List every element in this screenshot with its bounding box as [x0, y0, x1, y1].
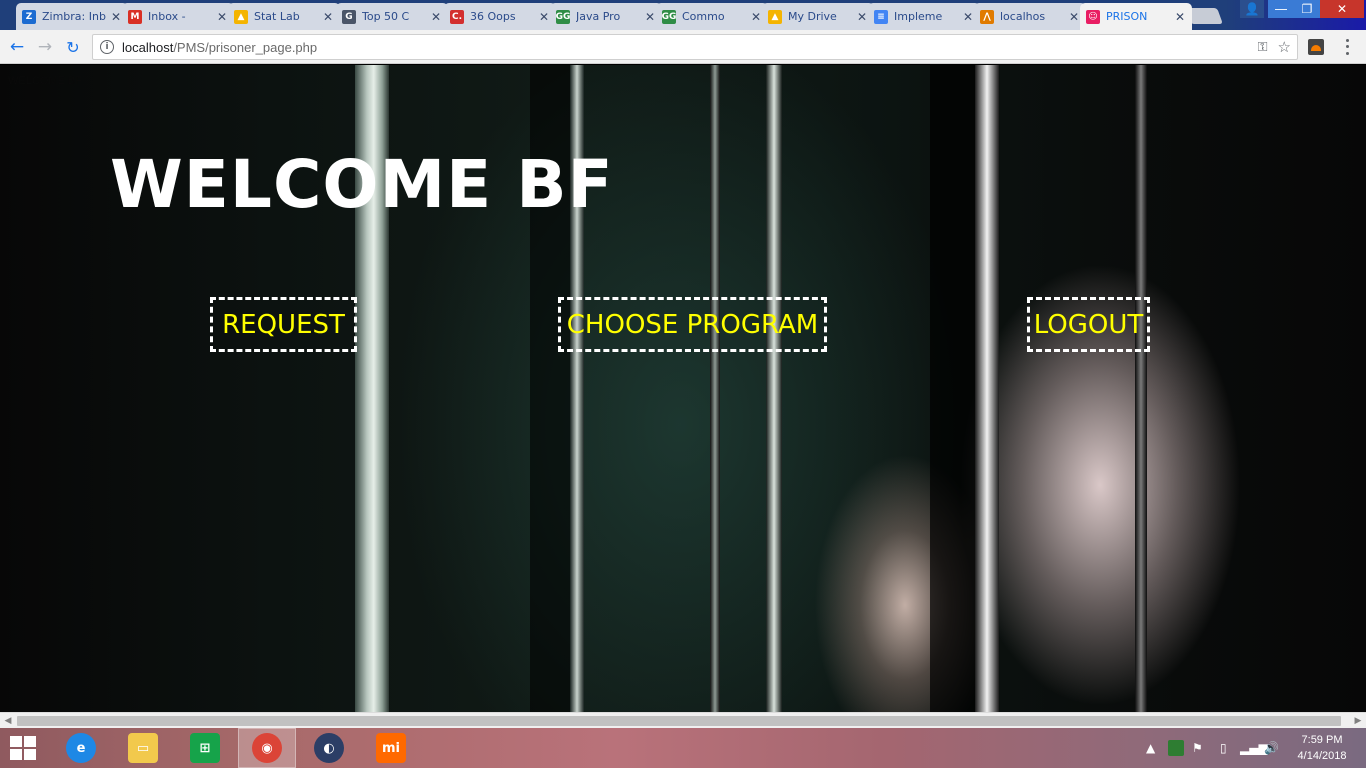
- google-drive-icon: ▲: [234, 9, 248, 24]
- close-tab-icon[interactable]: ✕: [856, 10, 868, 24]
- close-tab-icon[interactable]: ✕: [750, 10, 762, 24]
- xampp-icon: ⋀: [980, 9, 994, 24]
- browser-tab-title: PRISON: [1106, 10, 1148, 23]
- close-tab-icon[interactable]: ✕: [110, 10, 122, 24]
- url-host: localhost: [122, 39, 174, 55]
- show-hidden-icons-chevron-icon[interactable]: ▲: [1146, 728, 1155, 768]
- close-tab-icon[interactable]: ✕: [216, 10, 228, 24]
- prison-bar-background: [710, 65, 720, 712]
- logout-link[interactable]: LOGOUT: [1027, 297, 1150, 352]
- scroll-left-arrow-icon[interactable]: ◀: [0, 714, 16, 728]
- page-viewport: WELCOME BF WELCOME BF REQUEST CHOOSE PRO…: [0, 65, 1366, 712]
- windows-start-icon[interactable]: [10, 736, 38, 760]
- file-explorer-icon: ▭: [128, 733, 158, 763]
- eclipse-icon: ◐: [314, 733, 344, 763]
- chrome-icon: ◉: [252, 733, 282, 763]
- gmail-icon: M: [128, 9, 142, 24]
- browser-tab[interactable]: C. 36 Oops ✕: [444, 3, 556, 30]
- url-path: /PMS/prisoner_page.php: [173, 39, 318, 55]
- minimize-window-button[interactable]: ―: [1268, 0, 1294, 18]
- back-arrow-icon[interactable]: ←: [6, 36, 28, 58]
- clock-date: 4/14/2018: [1297, 750, 1347, 762]
- browser-tab-title: localhos: [1000, 10, 1046, 23]
- browser-tab[interactable]: ⋀ localhos ✕: [974, 3, 1086, 30]
- site-info-icon[interactable]: i: [100, 40, 114, 54]
- internet-explorer-icon: e: [66, 733, 96, 763]
- close-tab-icon[interactable]: ✕: [1174, 10, 1186, 24]
- browser-tab[interactable]: Z Zimbra: Inbox ✕: [16, 3, 128, 30]
- taskbar-internet-explorer-button[interactable]: e: [52, 728, 110, 768]
- mi-icon: mi: [376, 733, 406, 763]
- prison-site-icon: ☺: [1086, 9, 1100, 24]
- browser-tab-title: 36 Oops: [470, 10, 516, 23]
- browser-toolbar: ← → ↻ i localhost/PMS/prisoner_page.php …: [0, 30, 1366, 64]
- google-icon: G: [342, 9, 356, 24]
- browser-tab[interactable]: ▲ Stat Lab ✕: [228, 3, 340, 30]
- welcome-heading: WELCOME BF: [110, 146, 614, 223]
- browser-tab-title: Java Pro: [576, 10, 621, 23]
- extension-icon[interactable]: [1308, 39, 1324, 55]
- windows-taskbar: ▲ ⚑ ▯ ▂▄▆ 🔊 7:59 PM 4/14/2018 e ▭ ⊞ ◉ ◐ mi: [0, 728, 1366, 768]
- scrollbar-thumb[interactable]: [17, 716, 1341, 726]
- google-docs-icon: ≡: [874, 9, 888, 24]
- prison-bar-background: [975, 65, 999, 712]
- battery-icon[interactable]: ▯: [1220, 728, 1227, 768]
- system-clock[interactable]: 7:59 PM 4/14/2018: [1290, 732, 1354, 764]
- browser-tab[interactable]: ≡ Impleme ✕: [868, 3, 980, 30]
- browser-tab[interactable]: ▲ My Drive ✕: [762, 3, 874, 30]
- windows-store-icon: ⊞: [190, 733, 220, 763]
- browser-tab-strip: 👤 ― ❐ ✕ Z Zimbra: Inbox ✕ M Inbox - ✕ ▲ Stat L…: [0, 0, 1366, 30]
- address-bar[interactable]: i localhost/PMS/prisoner_page.php ⚿ ☆: [92, 34, 1298, 60]
- c-site-icon: C.: [450, 9, 464, 24]
- browser-tab-title: Zimbra: Inbox: [42, 10, 106, 23]
- prison-bar-background: [1135, 65, 1147, 712]
- close-tab-icon[interactable]: ✕: [962, 10, 974, 24]
- taskbar-windows-store-button[interactable]: ⊞: [176, 728, 234, 768]
- forward-arrow-icon[interactable]: →: [34, 36, 56, 58]
- browser-tab[interactable]: M Inbox - ✕: [122, 3, 234, 30]
- close-tab-icon[interactable]: ✕: [538, 10, 550, 24]
- volume-icon[interactable]: 🔊: [1264, 728, 1279, 768]
- clock-time: 7:59 PM: [1301, 734, 1343, 746]
- browser-tab-title: Stat Lab: [254, 10, 300, 23]
- browser-tab[interactable]: G Top 50 C ✕: [336, 3, 448, 30]
- browser-tab-title: Inbox -: [148, 10, 186, 23]
- close-tab-icon[interactable]: ✕: [430, 10, 442, 24]
- close-window-button[interactable]: ✕: [1320, 0, 1364, 18]
- reload-icon[interactable]: ↻: [62, 36, 84, 58]
- taskbar-file-explorer-button[interactable]: ▭: [114, 728, 172, 768]
- zimbra-icon: Z: [22, 9, 36, 24]
- close-tab-icon[interactable]: ✕: [322, 10, 334, 24]
- background-shadow: [930, 65, 975, 712]
- browser-tab-title: Impleme: [894, 10, 943, 23]
- google-drive-icon: ▲: [768, 9, 782, 24]
- chrome-menu-icon[interactable]: [1340, 37, 1354, 57]
- request-link[interactable]: REQUEST: [210, 297, 357, 352]
- saved-password-key-icon[interactable]: ⚿: [1258, 40, 1268, 55]
- browser-tab[interactable]: ☺ PRISON ✕: [1080, 3, 1192, 30]
- choose-program-link[interactable]: CHOOSE PROGRAM: [558, 297, 827, 352]
- app-tray-icon[interactable]: [1168, 728, 1184, 768]
- browser-tab[interactable]: GG Java Pro ✕: [550, 3, 662, 30]
- browser-tab[interactable]: GG Commo ✕: [656, 3, 768, 30]
- hidden-welcome-text: WELCOME BF: [8, 75, 82, 87]
- profile-icon[interactable]: 👤: [1240, 0, 1264, 18]
- geeksforgeeks-icon: GG: [661, 9, 677, 24]
- close-tab-icon[interactable]: ✕: [1068, 10, 1080, 24]
- close-tab-icon[interactable]: ✕: [644, 10, 656, 24]
- bookmark-star-icon[interactable]: ☆: [1278, 38, 1291, 56]
- browser-tab-title: Commo: [682, 10, 725, 23]
- horizontal-scrollbar[interactable]: ◀ ▶: [0, 712, 1366, 728]
- browser-tab-title: My Drive: [788, 10, 837, 23]
- taskbar-mi-button[interactable]: mi: [362, 728, 420, 768]
- scroll-right-arrow-icon[interactable]: ▶: [1350, 714, 1366, 728]
- prison-bar-background: [766, 65, 782, 712]
- taskbar-eclipse-button[interactable]: ◐: [300, 728, 358, 768]
- restore-window-button[interactable]: ❐: [1294, 0, 1320, 18]
- geeksforgeeks-icon: GG: [555, 9, 571, 24]
- browser-tab-title: Top 50 C: [362, 10, 410, 23]
- url-text[interactable]: localhost/PMS/prisoner_page.php: [122, 40, 1258, 55]
- taskbar-chrome-button[interactable]: ◉: [238, 728, 296, 768]
- network-off-icon[interactable]: ⚑: [1192, 728, 1203, 768]
